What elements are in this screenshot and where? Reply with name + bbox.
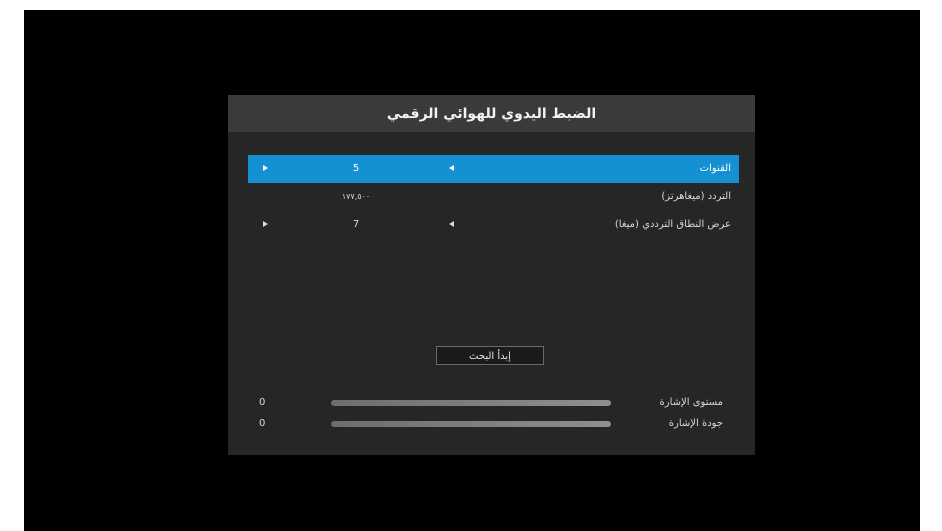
- setting-value: ١٧٧,٥٠٠: [341, 192, 371, 201]
- start-search-button[interactable]: إبدأ البحث: [436, 346, 544, 365]
- meter-track: [331, 421, 611, 427]
- setting-row-channels[interactable]: 5 القنوات: [248, 155, 739, 183]
- setting-label: عرض النطاق الترددي (ميغا): [614, 219, 731, 230]
- setting-label: القنوات: [699, 163, 731, 174]
- meter-track: [331, 400, 611, 406]
- setting-label: التردد (ميغاهرتز): [661, 191, 731, 202]
- meter-label: جودة الإشارة: [668, 418, 723, 429]
- setting-value: 7: [352, 219, 360, 230]
- meter-label: مستوى الإشارة: [659, 397, 723, 408]
- arrow-right-icon[interactable]: [263, 165, 268, 171]
- setting-row-bandwidth[interactable]: 7 عرض النطاق الترددي (ميغا): [248, 211, 739, 239]
- arrow-right-icon[interactable]: [263, 221, 268, 227]
- meter-fill: [331, 421, 611, 427]
- meter-value: 0: [259, 418, 266, 429]
- dialog-title-bar: الضبط اليدوي للهوائي الرقمي: [228, 95, 755, 132]
- manual-tuning-dialog: الضبط اليدوي للهوائي الرقمي 5 القنوات ١٧…: [228, 95, 755, 455]
- dialog-title: الضبط اليدوي للهوائي الرقمي: [386, 105, 597, 122]
- arrow-left-icon[interactable]: [449, 165, 454, 171]
- setting-value: 5: [352, 163, 360, 174]
- signal-strength-meter: 0 مستوى الإشارة: [228, 394, 755, 412]
- tv-screen: الضبط اليدوي للهوائي الرقمي 5 القنوات ١٧…: [24, 10, 920, 531]
- setting-row-frequency[interactable]: ١٧٧,٥٠٠ التردد (ميغاهرتز): [248, 183, 739, 211]
- arrow-left-icon[interactable]: [449, 221, 454, 227]
- meter-value: 0: [259, 397, 266, 408]
- meter-fill: [331, 400, 611, 406]
- signal-quality-meter: 0 جودة الإشارة: [228, 415, 755, 433]
